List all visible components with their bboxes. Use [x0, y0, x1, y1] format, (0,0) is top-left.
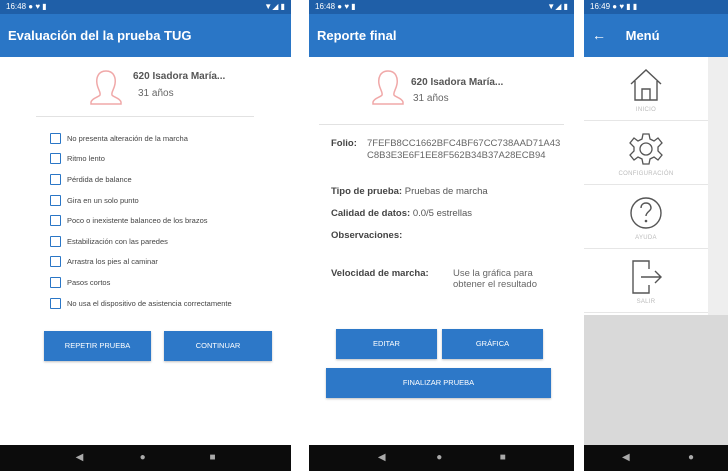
observations-label: Observaciones:: [331, 230, 403, 241]
page-title: Evaluación del la prueba TUG: [8, 28, 192, 43]
edit-button[interactable]: EDITAR: [336, 329, 437, 359]
checkbox[interactable]: [50, 235, 61, 247]
repeat-test-button[interactable]: REPETIR PRUEBA: [44, 331, 151, 361]
menu-item-label: SALIR: [636, 299, 656, 305]
checklist-item[interactable]: No presenta alteración de la marcha: [50, 128, 232, 149]
patient-age: 31 años: [138, 88, 174, 99]
menu-item-label: INICIO: [635, 107, 657, 113]
divider: [319, 124, 564, 125]
speed-label: Velocidad de marcha:: [331, 268, 429, 279]
avatar-icon: [90, 70, 122, 105]
home-nav-icon[interactable]: ●: [140, 452, 146, 464]
test-type-label: Tipo de prueba:: [331, 186, 403, 197]
checkbox[interactable]: [50, 276, 61, 288]
menu-scrim: [708, 57, 728, 315]
checklist-item[interactable]: Pérdida de balance: [50, 169, 232, 190]
folio-value: 7FEFB8CC1662BFC4BF67CC738AAD71A43C8B3E3E…: [367, 138, 561, 161]
status-icons: ● ♥ ▮ ▮: [612, 2, 638, 11]
status-bar: 16:48 ● ♥ ▮ ▼◢ ▮: [0, 0, 291, 14]
checkbox[interactable]: [50, 132, 61, 144]
folio-label: Folio:: [331, 138, 357, 149]
nav-bar: ◀ ● ■: [0, 445, 291, 471]
avatar-icon: [372, 70, 404, 105]
signal-battery-icon: ▼◢ ▮: [547, 2, 568, 11]
chart-button[interactable]: GRÁFICA: [442, 329, 543, 359]
test-type-value: Pruebas de marcha: [404, 186, 488, 197]
menu-screen: 16:49 ● ♥ ▮ ▮ ← Menú INICIO CONFIGURACIÓ…: [584, 0, 728, 471]
checkbox[interactable]: [50, 256, 61, 268]
back-nav-icon[interactable]: ◀: [378, 452, 386, 464]
app-bar: Evaluación del la prueba TUG: [0, 14, 291, 57]
checklist-item[interactable]: Poco o inexistente balanceo de los brazo…: [50, 210, 232, 231]
speed-value: Use la gráfica para obtener el resultado: [453, 268, 537, 290]
back-nav-icon[interactable]: ◀: [622, 452, 630, 464]
patient-name: 620 Isadora María...: [133, 71, 226, 82]
checklist-item[interactable]: Estabilización con las paredes: [50, 231, 232, 252]
menu-item-salir[interactable]: SALIR: [584, 249, 708, 313]
checkbox[interactable]: [50, 297, 61, 309]
checkbox-label: Arrastra los pies al caminar: [67, 257, 158, 267]
checklist-item[interactable]: Ritmo lento: [50, 149, 232, 170]
checklist-item[interactable]: No usa el dispositivo de asistencia corr…: [50, 293, 232, 314]
status-icons: ● ♥ ▮: [28, 2, 47, 11]
patient-age: 31 años: [413, 93, 449, 104]
final-report-screen: 16:48 ● ♥ ▮ ▼◢ ▮ Reporte final 620 Isado…: [309, 0, 574, 471]
gait-checklist: No presenta alteración de la marcha Ritmo…: [50, 128, 232, 313]
checkbox-label: Pérdida de balance: [67, 174, 132, 184]
checkbox-label: No presenta alteración de la marcha: [67, 133, 188, 143]
status-time: 16:49: [590, 2, 611, 11]
patient-name: 620 Isadora María...: [411, 77, 504, 88]
back-arrow-icon[interactable]: ←: [592, 14, 606, 57]
menu-panel: INICIO CONFIGURACIÓN AYUDA SALIR: [584, 57, 708, 315]
checkbox-label: Gira en un solo punto: [67, 195, 139, 205]
divider: [36, 116, 254, 117]
checkbox[interactable]: [50, 173, 61, 185]
menu-item-label: AYUDA: [635, 235, 657, 241]
status-icons: ● ♥ ▮: [337, 2, 356, 11]
checkbox-label: Ritmo lento: [67, 154, 105, 164]
checkbox-label: Pasos cortos: [67, 277, 111, 287]
recents-nav-icon[interactable]: ■: [500, 452, 506, 464]
checkbox[interactable]: [50, 194, 61, 206]
nav-bar: ◀ ● ■: [309, 445, 574, 471]
checkbox[interactable]: [50, 215, 61, 227]
data-quality-value: 0.0/5 estrellas: [412, 208, 472, 219]
menu-item-inicio[interactable]: INICIO: [584, 57, 708, 121]
signal-battery-icon: ▼◢ ▮: [264, 2, 285, 11]
menu-item-label: CONFIGURACIÓN: [618, 171, 674, 177]
checkbox-label: No usa el dispositivo de asistencia corr…: [67, 298, 232, 308]
recents-nav-icon[interactable]: ■: [210, 452, 216, 464]
continue-button[interactable]: CONTINUAR: [164, 331, 272, 361]
page-title: Reporte final: [317, 28, 397, 43]
menu-background: [584, 315, 728, 445]
status-time: 16:48: [6, 2, 27, 11]
gear-icon: [629, 133, 663, 165]
finish-test-button[interactable]: FINALIZAR PRUEBA: [326, 368, 551, 398]
menu-item-configuracion[interactable]: CONFIGURACIÓN: [584, 121, 708, 185]
tug-evaluation-screen: 16:48 ● ♥ ▮ ▼◢ ▮ Evaluación del la prueb…: [0, 0, 291, 471]
menu-item-ayuda[interactable]: AYUDA: [584, 185, 708, 249]
nav-bar: ◀ ●: [584, 445, 728, 471]
status-bar: 16:48 ● ♥ ▮ ▼◢ ▮: [309, 0, 574, 14]
exit-icon: [632, 260, 662, 294]
help-icon: [630, 197, 662, 229]
checkbox-label: Poco o inexistente balanceo de los brazo…: [67, 216, 208, 226]
back-nav-icon[interactable]: ◀: [76, 452, 84, 464]
home-icon: [630, 69, 662, 101]
page-title: Menú: [625, 28, 660, 43]
checklist-item[interactable]: Gira en un solo punto: [50, 190, 232, 211]
app-bar: Reporte final: [309, 14, 574, 57]
home-nav-icon[interactable]: ●: [688, 452, 694, 464]
checkbox[interactable]: [50, 153, 61, 165]
checkbox-label: Estabilización con las paredes: [67, 236, 168, 246]
data-quality-label: Calidad de datos:: [331, 208, 411, 219]
checklist-item[interactable]: Arrastra los pies al caminar: [50, 252, 232, 273]
status-bar: 16:49 ● ♥ ▮ ▮: [584, 0, 728, 14]
status-time: 16:48: [315, 2, 336, 11]
checklist-item[interactable]: Pasos cortos: [50, 272, 232, 293]
home-nav-icon[interactable]: ●: [436, 452, 442, 464]
app-bar: ← Menú: [584, 14, 728, 57]
